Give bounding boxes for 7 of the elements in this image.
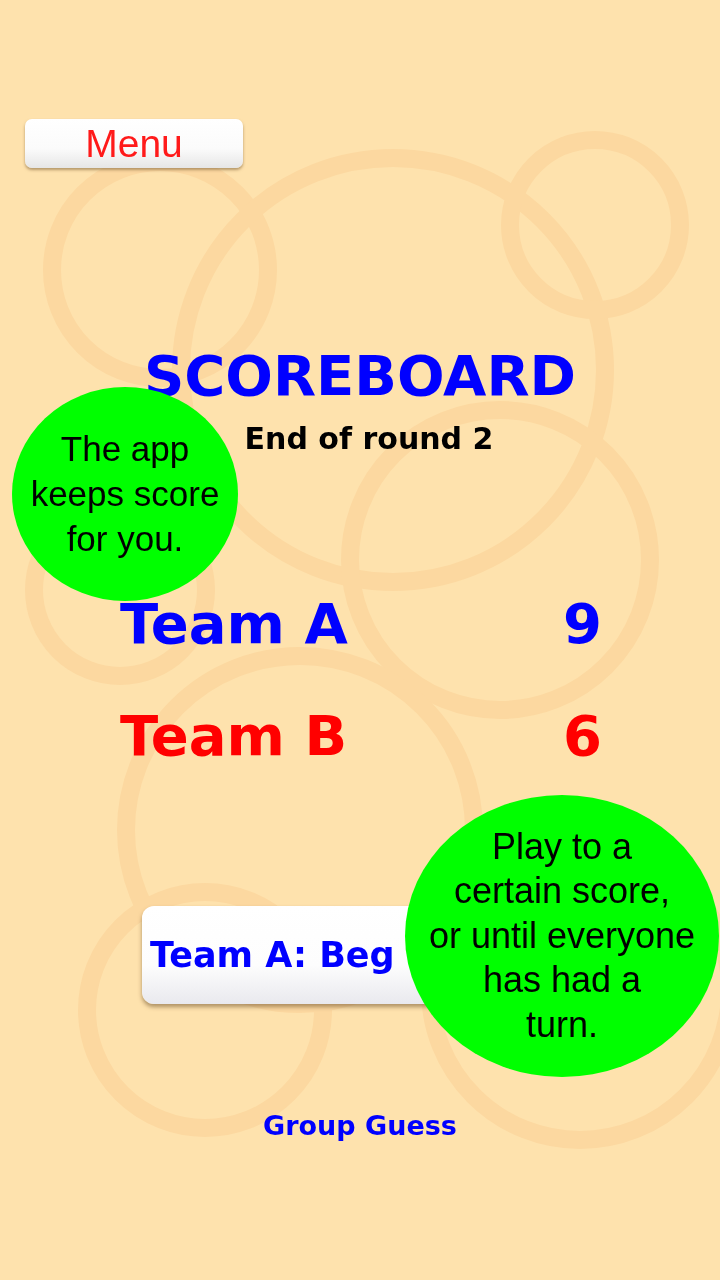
app-name: Group Guess xyxy=(263,1110,457,1142)
team-name: Team B xyxy=(120,702,348,769)
team-score: 6 xyxy=(563,702,602,769)
team-score: 9 xyxy=(563,590,602,657)
menu-button[interactable]: Menu xyxy=(25,119,243,168)
round-subtitle: End of round 2 xyxy=(243,421,494,457)
callout-tooltip: Play to a certain score, or until everyone has had a turn. xyxy=(405,795,719,1077)
